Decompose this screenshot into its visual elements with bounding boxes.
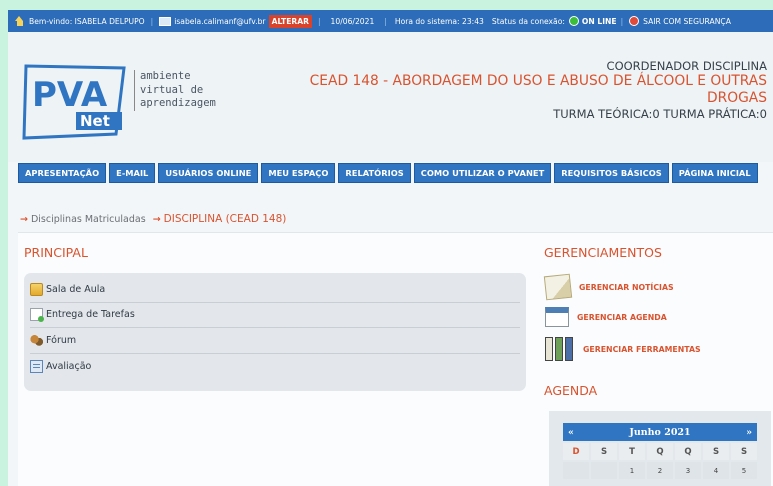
- course-info: COORDENADOR DISCIPLINA CEAD 148 - ABORDA…: [297, 59, 767, 121]
- pvanet-logo[interactable]: PVA Net: [20, 60, 130, 142]
- logout-icon[interactable]: [629, 16, 640, 26]
- manage-agenda-label[interactable]: GERENCIAR AGENDA: [577, 313, 667, 322]
- forum-icon: [30, 333, 43, 347]
- calendar-day[interactable]: 5: [731, 462, 757, 479]
- home-icon[interactable]: [14, 15, 25, 27]
- logout-link[interactable]: SAIR COM SEGURANÇA: [625, 16, 735, 26]
- main-content: PRINCIPAL Sala de Aula Entrega de Tarefa…: [18, 232, 773, 486]
- calendar-day: [591, 462, 617, 479]
- manage-news-link[interactable]: GERENCIAR NOTÍCIAS: [543, 273, 674, 301]
- logo-net: Net: [80, 112, 110, 130]
- weekday-header: S: [591, 443, 617, 460]
- task-upload-icon: [30, 308, 44, 323]
- tagline-line-2: virtual de: [140, 83, 204, 96]
- breadcrumb-arrow-icon: →: [20, 214, 28, 225]
- calendar-day[interactable]: 4: [703, 462, 729, 479]
- logo-main: PVA: [32, 75, 108, 115]
- connection-label: Status da conexão:: [491, 16, 565, 26]
- connection-status: ON LINE: [581, 16, 617, 26]
- manage-agenda-link[interactable]: GERENCIAR AGENDA: [545, 307, 667, 327]
- nav-requisitos[interactable]: REQUISITOS BÁSICOS: [554, 163, 669, 183]
- calendar-day: [563, 462, 589, 479]
- mail-icon: [159, 16, 172, 26]
- tagline-line-3: aprendizagem: [140, 97, 216, 109]
- breadcrumb-parent[interactable]: Disciplinas Matriculadas: [31, 214, 146, 225]
- classroom-icon: [30, 282, 43, 296]
- weekday-header: Q: [647, 443, 673, 460]
- alter-email-button[interactable]: ALTERAR: [268, 14, 312, 28]
- app-frame: Bem-vindo: ISABELA DELPUPO | isabela.cal…: [8, 10, 773, 486]
- nav-relatorios[interactable]: RELATÓRIOS: [338, 163, 411, 183]
- nav-pagina-inicial[interactable]: PÁGINA INICIAL: [671, 163, 758, 183]
- weekday-header: S: [731, 443, 757, 460]
- calendar-day[interactable]: 1: [619, 462, 645, 479]
- nav-usuarios-online[interactable]: USUÁRIOS ONLINE: [158, 163, 259, 183]
- welcome-text: Bem-vindo: ISABELA DELPUPO: [29, 16, 145, 26]
- user-role: COORDENADOR DISCIPLINA: [606, 59, 767, 73]
- manage-news-label[interactable]: GERENCIAR NOTÍCIAS: [579, 283, 674, 292]
- current-date: 10/06/2021: [330, 16, 375, 26]
- menu-item-sala-de-aula[interactable]: Sala de Aula: [30, 277, 520, 303]
- calendar-month: Junho 2021: [629, 426, 691, 438]
- weekday-header: S: [703, 443, 729, 460]
- breadcrumb-current: DISCIPLINA (CEAD 148): [163, 213, 287, 225]
- nav-como-utilizar[interactable]: COMO UTILIZAR O PVANET: [413, 163, 552, 183]
- menu-item-entrega-tarefas[interactable]: Entrega de Tarefas: [30, 303, 520, 328]
- manage-tools-label[interactable]: GERENCIAR FERRAMENTAS: [583, 345, 701, 354]
- calendar-day[interactable]: 3: [675, 462, 701, 479]
- menu-item-forum[interactable]: Fórum: [30, 328, 520, 354]
- top-status-bar: Bem-vindo: ISABELA DELPUPO | isabela.cal…: [8, 10, 773, 32]
- nav-email[interactable]: E-MAIL: [109, 163, 156, 183]
- gerenciamentos-title: GERENCIAMENTOS: [544, 245, 662, 260]
- logo-tagline: ambiente virtual de aprendizagem: [134, 70, 216, 111]
- next-month-button[interactable]: »: [746, 427, 752, 438]
- breadcrumb-arrow-icon: →: [152, 214, 161, 225]
- system-time: Hora do sistema: 23:43: [394, 16, 484, 26]
- menu-item-label[interactable]: Sala de Aula: [46, 284, 105, 295]
- tagline-line-1: ambiente: [140, 70, 191, 82]
- calendar-header: « Junho 2021 »: [563, 423, 757, 441]
- principal-menu: Sala de Aula Entrega de Tarefas Fórum Av…: [24, 273, 526, 391]
- turma-info: TURMA TEÓRICA:0 TURMA PRÁTICA:0: [553, 107, 767, 121]
- weekday-header: D: [563, 443, 589, 460]
- menu-item-avaliacao[interactable]: Avaliação: [30, 354, 520, 380]
- principal-title: PRINCIPAL: [24, 245, 88, 260]
- nav-meu-espaco[interactable]: MEU ESPAÇO: [261, 163, 336, 183]
- logout-label[interactable]: SAIR COM SEGURANÇA: [643, 17, 731, 26]
- page-header: PVA Net ambiente virtual de aprendizagem…: [8, 32, 773, 162]
- evaluation-icon: [30, 359, 43, 373]
- main-nav: APRESENTAÇÃO E-MAIL USUÁRIOS ONLINE MEU …: [18, 163, 758, 183]
- calendar-grid: D S T Q Q S S 1 2 3 4 5: [563, 443, 757, 479]
- online-status-icon: [568, 16, 579, 26]
- agenda-title: AGENDA: [544, 383, 598, 398]
- menu-item-label[interactable]: Fórum: [46, 335, 76, 346]
- news-icon: [543, 273, 573, 301]
- nav-apresentacao[interactable]: APRESENTAÇÃO: [18, 163, 107, 183]
- menu-item-label[interactable]: Entrega de Tarefas: [46, 309, 135, 320]
- binders-icon: [545, 337, 575, 361]
- calendar-icon: [545, 307, 569, 327]
- prev-month-button[interactable]: «: [568, 427, 574, 438]
- weekday-header: T: [619, 443, 645, 460]
- course-title: CEAD 148 - ABORDAGEM DO USO E ABUSO DE Á…: [309, 73, 767, 106]
- manage-tools-link[interactable]: GERENCIAR FERRAMENTAS: [545, 337, 701, 361]
- calendar-day[interactable]: 2: [647, 462, 673, 479]
- weekday-header: Q: [675, 443, 701, 460]
- breadcrumb: → Disciplinas Matriculadas → DISCIPLINA (C…: [20, 213, 286, 225]
- user-email: isabela.calimanf@ufv.br: [174, 16, 266, 26]
- menu-item-label[interactable]: Avaliação: [46, 361, 91, 372]
- agenda-calendar: « Junho 2021 » D S T Q Q S S 1 2 3 4 5: [549, 411, 771, 486]
